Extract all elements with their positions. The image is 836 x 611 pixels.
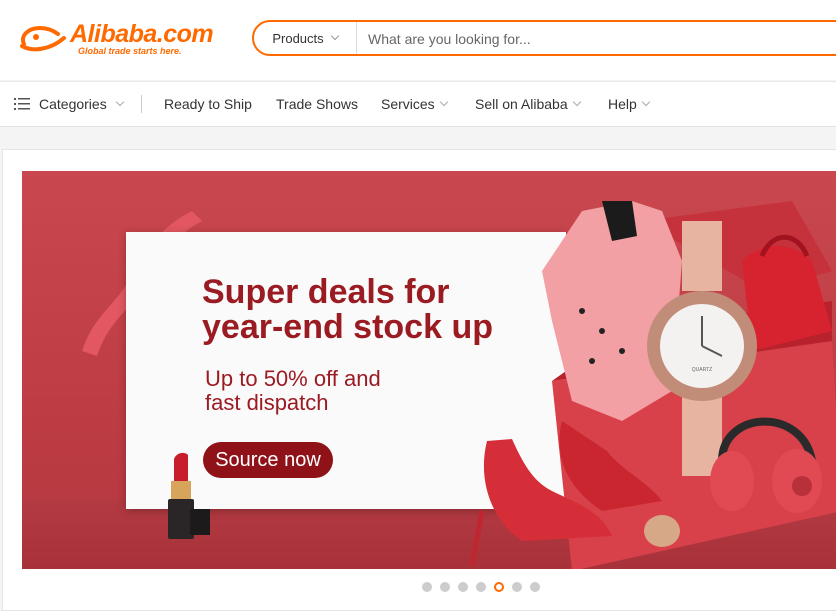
banner-headline: Super deals for year-end stock up [202,275,562,345]
main-nav: Categories Ready to Ship Trade Shows Ser… [0,81,836,127]
search-category-label: Products [272,30,324,46]
chevron-down-icon [572,97,581,107]
banner-headline-line1: Super deals for [202,273,450,311]
chevron-down-icon [641,97,651,107]
carousel-dot[interactable] [458,582,468,592]
nav-ready-to-ship-label: Ready to Ship [164,96,252,112]
chevron-down-icon [115,97,124,107]
logo-tagline: Global trade starts here. [78,46,182,56]
banner-subtext: Up to 50% off and fast dispatch [205,367,505,415]
alibaba-logo[interactable]: Alibaba.com Global trade starts here. [18,20,218,60]
chevron-down-icon [439,97,448,107]
carousel-dots [422,582,540,592]
nav-sell-on-alibaba[interactable]: Sell on Alibaba [475,82,581,126]
promo-banner[interactable]: QUARTZ Super deals for year-end stock up… [22,171,836,569]
nav-trade-shows[interactable]: Trade Shows [276,82,358,126]
carousel-dot[interactable] [476,582,486,592]
nav-trade-shows-label: Trade Shows [276,96,358,112]
nav-divider [141,95,142,113]
carousel-dot[interactable] [512,582,522,592]
chevron-down-icon [330,31,339,41]
watch-brand-text: QUARTZ [692,367,712,373]
carousel-dot[interactable] [422,582,432,592]
nav-services[interactable]: Services [381,82,448,126]
nav-categories-label: Categories [39,96,107,112]
carousel-dot[interactable] [494,582,504,592]
nav-services-label: Services [381,96,435,112]
alibaba-logo-icon [20,25,66,52]
nav-sell-on-alibaba-label: Sell on Alibaba [475,96,568,112]
nav-help-label: Help [608,96,637,112]
logo-text: Alibaba.com [70,20,214,48]
nav-categories[interactable]: Categories [14,82,124,126]
banner-headline-line2: year-end stock up [202,308,493,346]
search-input[interactable] [366,25,830,53]
search-bar: Products [252,20,836,56]
top-header: Alibaba.com Global trade starts here. Pr… [0,0,836,80]
carousel-dot[interactable] [530,582,540,592]
search-category-dropdown[interactable]: Products [254,22,357,54]
banner-subtext-line2: fast dispatch [205,390,329,415]
carousel-dot[interactable] [440,582,450,592]
source-now-button[interactable]: Source now [203,442,333,478]
menu-icon [14,98,30,110]
nav-ready-to-ship[interactable]: Ready to Ship [164,82,252,126]
banner-subtext-line1: Up to 50% off and [205,366,381,391]
nav-help[interactable]: Help [608,82,651,126]
